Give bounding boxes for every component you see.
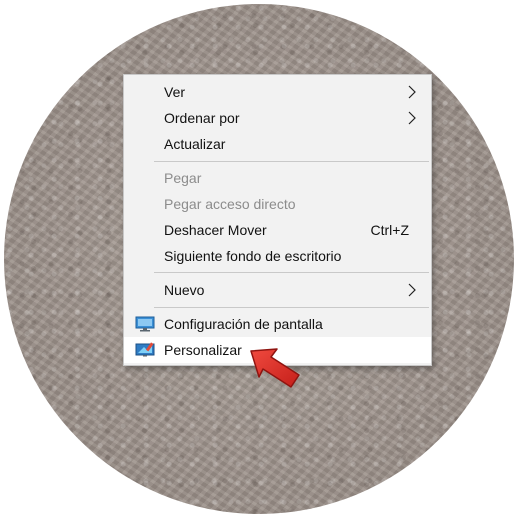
menu-item-label: Ver (164, 84, 186, 100)
menu-item-label: Actualizar (164, 136, 226, 152)
menu-item-nuevo[interactable]: Nuevo (124, 277, 431, 303)
menu-item-siguiente-fondo[interactable]: Siguiente fondo de escritorio (124, 243, 431, 269)
menu-item-pegar-acceso-directo: Pegar acceso directo (124, 191, 431, 217)
menu-item-actualizar[interactable]: Actualizar (124, 131, 431, 157)
menu-separator (154, 161, 429, 162)
menu-item-pegar: Pegar (124, 165, 431, 191)
menu-item-label: Pegar acceso directo (164, 196, 296, 212)
menu-separator (154, 272, 429, 273)
menu-item-ver[interactable]: Ver (124, 79, 431, 105)
chevron-right-icon (408, 283, 416, 297)
menu-item-label: Ordenar por (164, 110, 240, 126)
menu-item-label: Pegar (164, 170, 202, 186)
menu-item-label: Siguiente fondo de escritorio (164, 248, 342, 264)
menu-item-ordenar-por[interactable]: Ordenar por (124, 105, 431, 131)
chevron-right-icon (408, 85, 416, 99)
menu-item-shortcut: Ctrl+Z (370, 222, 410, 238)
menu-item-label: Configuración de pantalla (164, 316, 323, 332)
personalize-icon (135, 342, 155, 357)
menu-item-configuracion-pantalla[interactable]: Configuración de pantalla (124, 311, 431, 337)
menu-item-label: Nuevo (164, 282, 205, 298)
display-settings-icon (135, 316, 155, 332)
red-pointer-arrow-icon (250, 348, 300, 388)
menu-item-label: Deshacer Mover (164, 222, 267, 238)
chevron-right-icon (408, 111, 416, 125)
screenshot-stage: Ver Ordenar por Actualizar Pegar Pegar a… (0, 0, 520, 520)
menu-separator (154, 307, 429, 308)
menu-item-deshacer-mover[interactable]: Deshacer Mover Ctrl+Z (124, 217, 431, 243)
desktop-context-menu: Ver Ordenar por Actualizar Pegar Pegar a… (123, 74, 432, 366)
menu-item-label: Personalizar (164, 342, 242, 358)
